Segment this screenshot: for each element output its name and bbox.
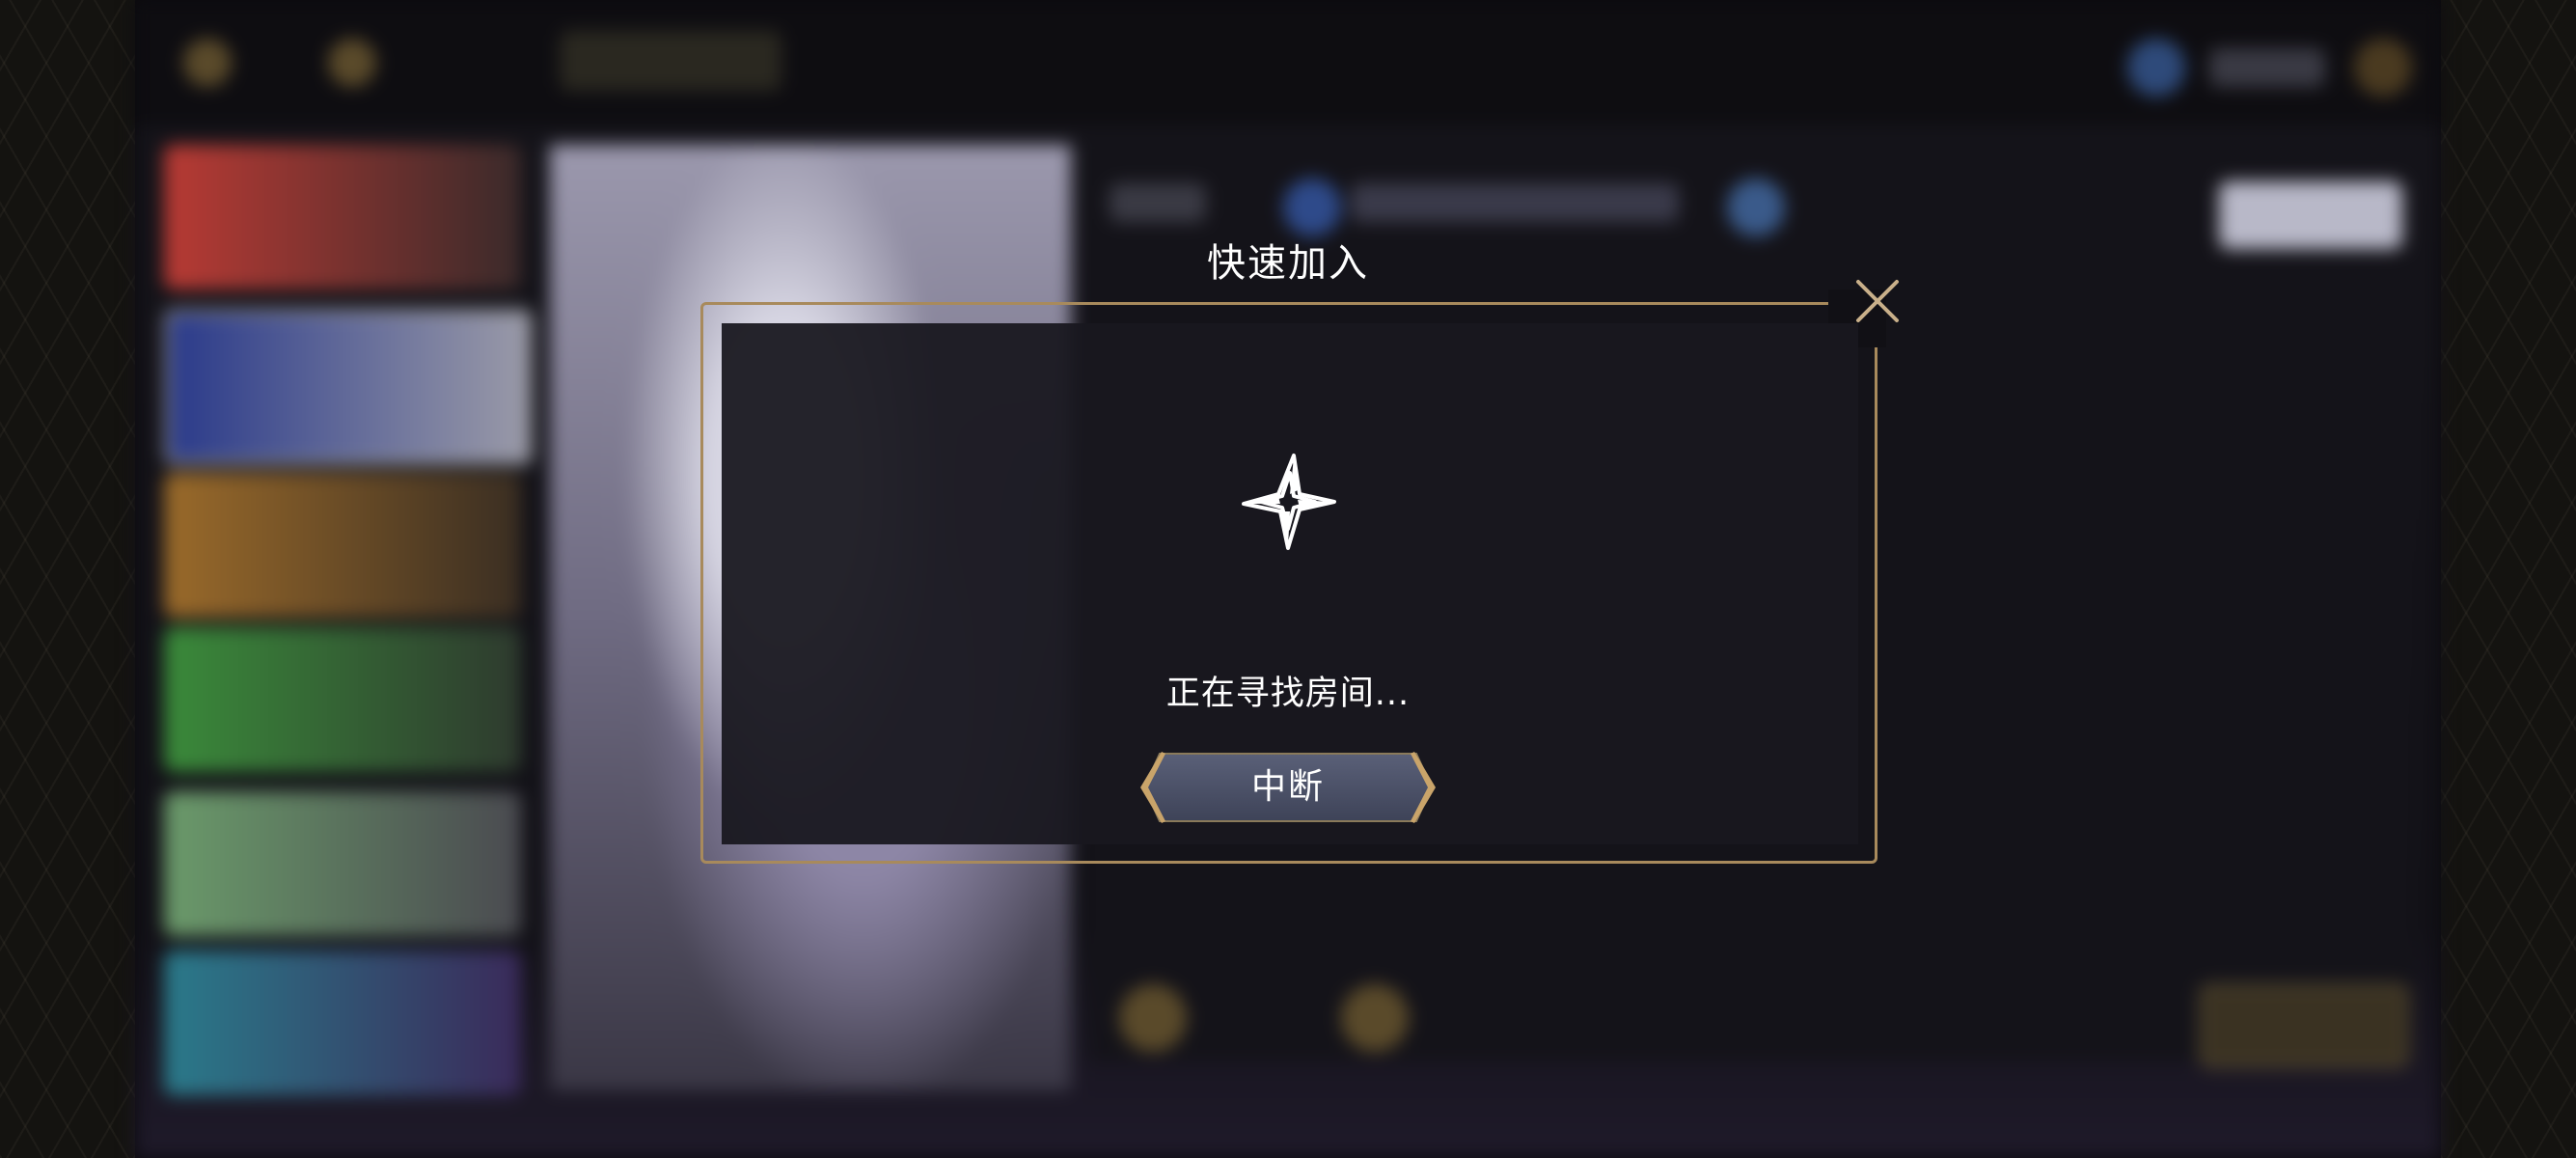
dialog-title: 快速加入 <box>1207 241 1369 286</box>
searching-status-text: 正在寻找房间... <box>1165 675 1411 713</box>
close-button[interactable] <box>1850 274 1905 328</box>
four-point-star-spinner-icon <box>1242 454 1336 550</box>
abort-button-label: 中断 <box>1250 767 1325 807</box>
background-top-bar <box>135 0 2441 125</box>
decorative-frame-right <box>2441 0 2576 1158</box>
decorative-frame-left <box>0 0 135 1158</box>
abort-button[interactable]: 中断 <box>1138 748 1438 827</box>
close-icon <box>1856 280 1899 322</box>
